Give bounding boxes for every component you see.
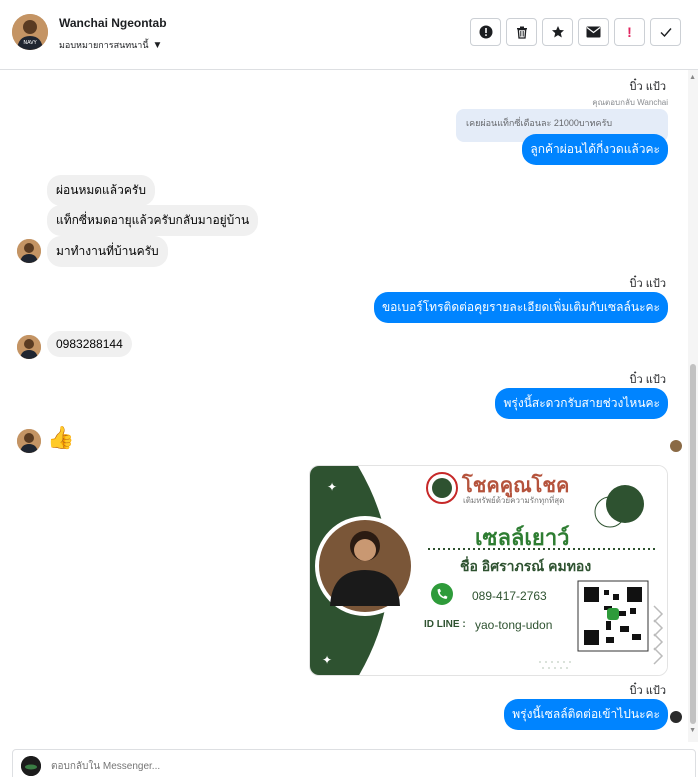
outgoing-message[interactable]: ลูกค้าผ่อนได้กี่งวดแล้วคะ [522, 134, 668, 165]
card-tagline: เติมทรัพย์ด้วยความรักทุกที่สุด [463, 496, 565, 505]
incoming-message[interactable]: ผ่อนหมดแล้วครับ [47, 175, 155, 206]
reply-note: คุณตอบกลับ Wanchai [592, 98, 668, 107]
incoming-message[interactable]: 0983288144 [47, 331, 132, 357]
outgoing-message[interactable]: ขอเบอร์โทรติดต่อคุยรายละเอียดเพิ่มเติมกั… [373, 292, 668, 323]
svg-text:NAVY: NAVY [23, 40, 37, 46]
business-card-image[interactable]: ✦ ✦ โชคคูณโชค เติมทรัพย์ด้วยความรักทุกที… [309, 465, 668, 676]
incoming-message[interactable]: มาทำงานที่บ้านครับ [47, 236, 168, 267]
done-button[interactable] [650, 18, 681, 46]
exclamation-icon: ! [627, 24, 632, 40]
contact-avatar-small [17, 335, 41, 359]
page-avatar [21, 756, 41, 776]
reply-input[interactable] [51, 757, 651, 775]
conversation-header: NAVY Wanchai Ngeontab มอบหมายการสนทนานี้… [0, 0, 698, 70]
outgoing-message[interactable]: พรุ่งนี้สะดวกรับสายช่วงไหนคะ [495, 388, 668, 419]
card-person-name: ชื่อ อิศราภรณ์ คมทอง [460, 558, 592, 574]
contact-name[interactable]: Wanchai Ngeontab [59, 16, 167, 30]
svg-text:✦: ✦ [327, 480, 337, 494]
thumbs-up-emoji[interactable]: 👍 [47, 425, 74, 451]
person-photo-icon [17, 239, 41, 263]
mark-unread-button[interactable] [578, 18, 609, 46]
report-button[interactable] [470, 18, 501, 46]
contact-avatar[interactable]: NAVY [12, 14, 48, 50]
star-icon [551, 26, 564, 38]
card-line-id: yao-tong-udon [475, 618, 553, 632]
page-logo-icon [21, 756, 41, 776]
envelope-icon [586, 26, 601, 38]
card-phone: 089-417-2763 [472, 589, 547, 603]
reply-composer[interactable] [12, 749, 696, 777]
person-photo-icon [17, 429, 41, 453]
seen-indicator-avatar [670, 440, 682, 452]
person-photo-icon: NAVY [12, 14, 48, 50]
contact-avatar-small [17, 429, 41, 453]
caret-down-icon: ▼ [152, 39, 163, 51]
sender-name: บิ๋ว แป้ว [629, 685, 666, 697]
star-button[interactable] [542, 18, 573, 46]
spam-button[interactable]: ! [614, 18, 645, 46]
sender-name: บิ๋ว แป้ว [629, 374, 666, 386]
check-icon [660, 28, 672, 38]
sender-name: บิ๋ว แป้ว [629, 81, 666, 93]
header-toolbar: ! [470, 18, 681, 46]
seen-indicator-avatar [670, 711, 682, 723]
assign-conversation-dropdown[interactable]: มอบหมายการสนทนานี้ ▼ [59, 38, 162, 52]
card-line-label: ID LINE : [424, 619, 466, 630]
assign-label: มอบหมายการสนทนานี้ [59, 40, 149, 50]
contact-avatar-small [17, 239, 41, 263]
scrollbar-thumb[interactable] [690, 364, 696, 724]
scroll-down-arrow-icon[interactable]: ▼ [689, 727, 696, 734]
person-photo-icon [17, 335, 41, 359]
delete-button[interactable] [506, 18, 537, 46]
trash-icon [516, 26, 527, 39]
sender-name: บิ๋ว แป้ว [629, 278, 666, 290]
scroll-up-arrow-icon[interactable]: ▲ [689, 74, 696, 81]
exclamation-circle-icon [479, 25, 492, 39]
svg-text:✦: ✦ [322, 653, 332, 667]
incoming-message[interactable]: แท็กซี่หมดอายุแล้วครับกลับมาอยู่บ้าน [47, 205, 259, 236]
outgoing-message[interactable]: พรุ่งนี้เซลล์ติดต่อเข้าไปนะคะ [504, 699, 668, 730]
card-title: เซลล์เยาว์ [475, 526, 570, 551]
